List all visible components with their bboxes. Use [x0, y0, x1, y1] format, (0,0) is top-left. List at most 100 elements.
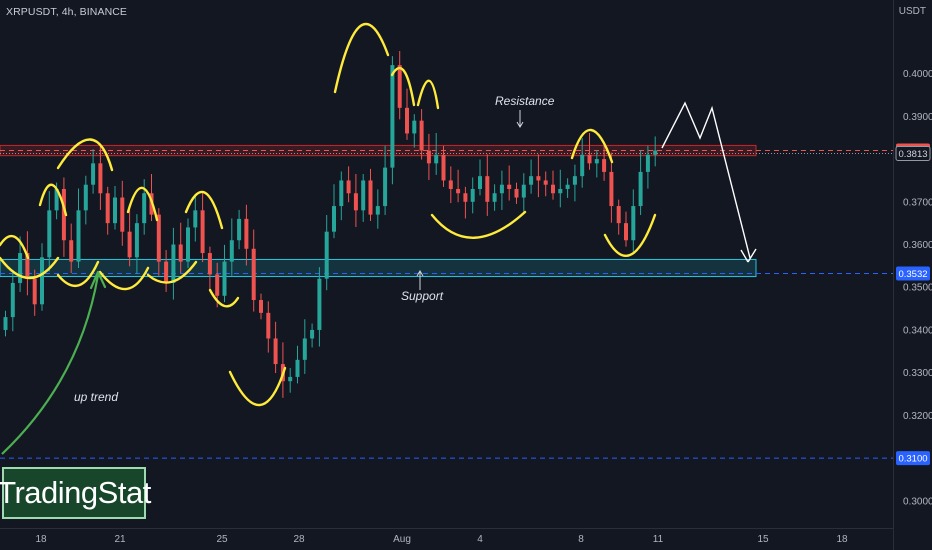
y-tick-label: 0.3600	[903, 240, 932, 251]
candle-body	[156, 214, 161, 262]
candle-body	[47, 210, 52, 258]
y-tick-label: 0.3700	[903, 197, 932, 208]
candle-body	[558, 188, 563, 194]
candle-body	[587, 154, 592, 164]
x-tick-label: 21	[114, 534, 126, 545]
support-label: Support	[401, 289, 444, 303]
y-tick-label: 0.3000	[903, 496, 932, 507]
candle-body	[426, 150, 431, 164]
candle-body	[237, 218, 242, 241]
candle-body	[171, 244, 176, 283]
y-tick-label: 0.4000	[903, 69, 932, 80]
candle-body	[200, 210, 205, 254]
candle-body	[83, 184, 88, 211]
candle-body	[412, 120, 417, 134]
candle-body	[353, 193, 358, 211]
candle-body	[32, 278, 37, 305]
candle-body	[434, 154, 439, 164]
candle-body	[332, 206, 336, 232]
candle-body	[215, 274, 220, 296]
candle-body	[310, 329, 315, 339]
candle-body	[499, 184, 504, 194]
y-tick-label: 0.3900	[903, 112, 932, 123]
candle-body	[448, 180, 453, 189]
candle-body	[390, 65, 395, 168]
x-tick-label: 11	[653, 534, 664, 545]
candle-body	[551, 184, 555, 194]
candle-body	[10, 282, 15, 318]
candle-body	[492, 193, 497, 202]
candle-body	[594, 159, 599, 164]
candle-body	[127, 231, 132, 258]
price-badge-text-support: 0.3532	[898, 269, 927, 280]
candle-body	[207, 253, 212, 275]
y-tick-label: 0.3200	[903, 411, 932, 422]
candle-body	[113, 197, 117, 224]
candle-body	[624, 223, 628, 241]
uptrend-label: up trend	[74, 390, 118, 404]
symbol-label[interactable]: XRPUSDT, 4h, BINANCE	[6, 6, 127, 18]
y-tick-label: 0.3400	[903, 325, 932, 336]
chart-area[interactable]: 0.4000 0.3900 0.3700 0.3600 0.3500 0.3400 0.33…	[0, 0, 932, 550]
candle-body	[456, 188, 461, 194]
candle-body	[251, 248, 256, 301]
candle-body	[645, 154, 650, 172]
candle-body	[485, 176, 490, 202]
candle-body	[229, 240, 234, 262]
tradingstat-logo: TradingStat	[0, 467, 151, 519]
candle-body	[120, 197, 125, 232]
x-tick-label: 18	[836, 534, 848, 545]
candle-body	[383, 167, 388, 207]
candle-body	[339, 180, 344, 207]
candle-body	[259, 300, 263, 313]
candle-body	[302, 338, 307, 360]
candle-body	[18, 253, 23, 283]
candle-body	[69, 240, 74, 262]
candle-body	[361, 180, 366, 211]
candle-body	[91, 163, 96, 185]
candle-body	[98, 163, 103, 194]
candle-body	[638, 171, 643, 207]
candle-body	[463, 193, 468, 202]
price-badge-text-current: 0.3813	[898, 149, 927, 160]
candle-body	[134, 223, 139, 258]
candle-body	[580, 154, 585, 177]
x-tick-label: 15	[757, 534, 769, 545]
candle-body	[266, 312, 271, 339]
candle-body	[40, 257, 44, 305]
candle-body	[631, 206, 636, 241]
candle-body	[193, 210, 198, 228]
candle-body	[602, 159, 607, 172]
candle-body	[288, 376, 293, 382]
candle-body	[616, 206, 621, 224]
x-tick-label: 4	[477, 534, 483, 545]
candle-body	[368, 180, 373, 215]
candle-body	[164, 261, 169, 283]
candle-body	[346, 180, 351, 194]
candle-body	[273, 338, 278, 365]
candle-body	[295, 359, 300, 377]
candle-body	[529, 176, 534, 185]
candle-body	[222, 261, 227, 296]
candle-body	[609, 171, 614, 207]
candle-body	[324, 231, 329, 279]
x-tick-label: 18	[35, 534, 47, 545]
x-tick-label: 8	[578, 534, 584, 545]
candle-body	[244, 218, 249, 249]
candle-body	[186, 227, 190, 262]
resistance-label: Resistance	[495, 94, 555, 108]
candle-body	[76, 210, 81, 262]
candle-body	[572, 176, 577, 185]
candle-body	[521, 184, 526, 198]
candle-body	[565, 184, 570, 189]
candle-body	[142, 193, 147, 224]
candle-body	[507, 184, 512, 189]
y-tick-label: 0.3500	[903, 283, 932, 294]
candle-body	[317, 278, 322, 330]
x-tick-label: 28	[293, 534, 305, 545]
y-tick-label: 0.3300	[903, 368, 932, 379]
candle-body	[397, 65, 402, 108]
candle-body	[478, 176, 482, 189]
candle-body	[405, 107, 409, 134]
x-tick-label: 25	[216, 534, 228, 545]
